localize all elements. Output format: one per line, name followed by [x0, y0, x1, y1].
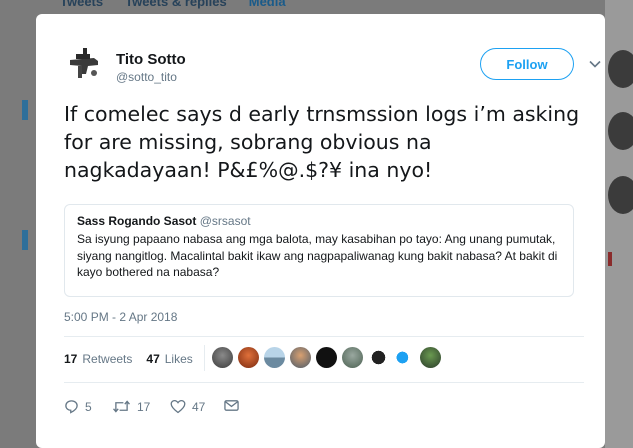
background-avatar [608, 50, 633, 88]
background-accent [22, 100, 28, 120]
author-name[interactable]: Tito Sotto [116, 51, 186, 68]
like-icon [170, 399, 186, 414]
tweet-header: Tito Sotto @sotto_tito Follow [64, 44, 601, 94]
retweet-count: 17 [137, 399, 151, 414]
liker-avatar[interactable] [394, 347, 415, 368]
tweet-text: If comelec says d early trnsmssion logs … [64, 102, 580, 182]
chevron-down-icon[interactable] [588, 57, 602, 71]
liker-avatar[interactable] [264, 347, 285, 368]
reply-button[interactable]: 5 [64, 399, 92, 414]
quoted-author-name: Sass Rogando Sasot [77, 214, 197, 228]
quoted-author-handle: @srsasot [199, 214, 251, 228]
author-handle[interactable]: @sotto_tito [116, 70, 177, 84]
retweets-count[interactable]: 17 [64, 352, 77, 366]
liker-avatar[interactable] [368, 347, 389, 368]
tab-media[interactable]: Media [249, 0, 286, 9]
liker-avatar[interactable] [212, 347, 233, 368]
divider [64, 382, 584, 383]
tweet-timestamp[interactable]: 5:00 PM - 2 Apr 2018 [64, 310, 177, 324]
message-icon [224, 400, 239, 411]
profile-tabs: Tweets Tweets & replies Media [60, 0, 286, 9]
likes-label[interactable]: Likes [165, 352, 193, 366]
liker-avatar[interactable] [238, 347, 259, 368]
divider [64, 336, 584, 337]
background-marker [608, 252, 612, 266]
quoted-tweet-header: Sass Rogando Sasot @srsasot [77, 213, 561, 229]
tweet-modal: Tito Sotto @sotto_tito Follow If comelec… [36, 14, 605, 448]
quoted-tweet[interactable]: Sass Rogando Sasot @srsasot Sa isyung pa… [64, 204, 574, 297]
tab-tweets[interactable]: Tweets [60, 0, 103, 9]
background-avatar [608, 112, 633, 150]
liker-avatar[interactable] [316, 347, 337, 368]
liker-avatar[interactable] [290, 347, 311, 368]
liker-avatar[interactable] [342, 347, 363, 368]
reply-icon [65, 400, 78, 414]
background-right-column [605, 0, 633, 448]
likes-count[interactable]: 47 [146, 352, 159, 366]
direct-message-button[interactable] [224, 399, 239, 412]
retweet-button[interactable]: 17 [112, 399, 150, 414]
liker-avatar[interactable] [420, 347, 441, 368]
author-avatar[interactable] [64, 44, 104, 84]
retweets-label[interactable]: Retweets [82, 352, 132, 366]
tweet-stats: 17 Retweets 47 Likes [64, 352, 193, 366]
reply-count: 5 [85, 399, 92, 414]
tab-tweets-replies[interactable]: Tweets & replies [125, 0, 227, 9]
quoted-tweet-text: Sa isyung papaano nabasa ang mga balota,… [77, 232, 558, 279]
background-left-column [0, 0, 36, 448]
retweet-icon [113, 400, 130, 413]
follow-button[interactable]: Follow [480, 48, 574, 80]
like-count: 47 [192, 399, 206, 414]
like-button[interactable]: 47 [170, 399, 205, 414]
background-accent [22, 230, 28, 250]
stats-separator [204, 345, 205, 371]
background-avatar [608, 176, 633, 214]
